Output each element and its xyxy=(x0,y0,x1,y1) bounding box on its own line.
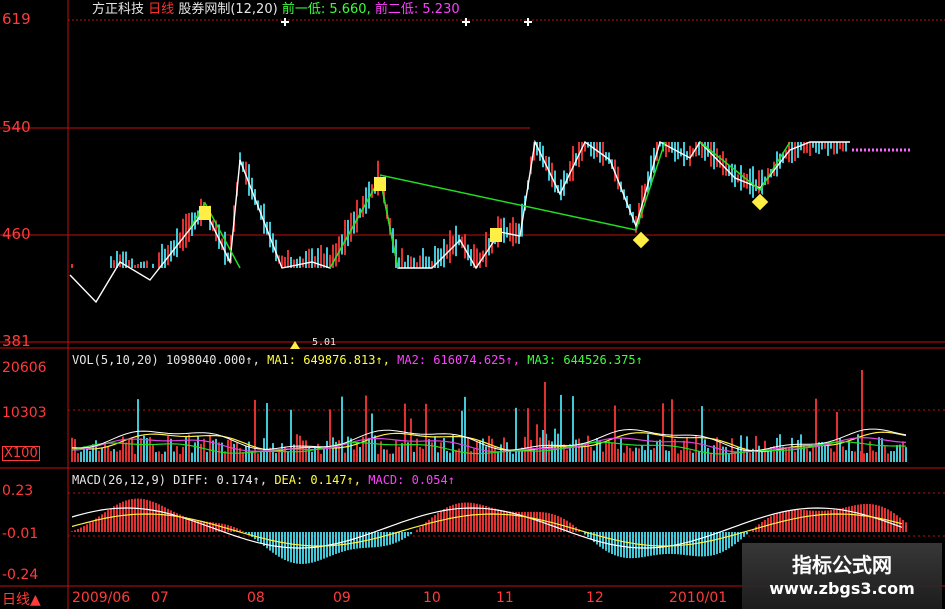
stock-chart[interactable] xyxy=(0,0,945,609)
price-annotation: 5.01 xyxy=(312,337,337,348)
macd-dea: DEA: 0.147↑, xyxy=(274,473,362,487)
trend-line xyxy=(379,174,637,231)
macd-axis-zero: -0.01 xyxy=(2,526,39,542)
prev-low2-label: 前二低: xyxy=(374,2,419,17)
cross-marker-icon xyxy=(462,18,470,26)
date-label: 11 xyxy=(496,590,514,606)
diamond-signal-icon xyxy=(631,230,651,250)
date-label: 10 xyxy=(423,590,441,606)
chart-header: 方正科技 日线 股券网制(12,20) 前一低: 5.660, 前二低: 5.2… xyxy=(92,3,460,17)
prev-low2-value: 5.230 xyxy=(422,2,460,17)
macd-macd: MACD: 0.054↑ xyxy=(368,473,455,487)
volume-indicator-name: VOL(5,10,20) xyxy=(72,353,159,367)
macd-axis-bottom: -0.24 xyxy=(2,567,39,583)
volume-axis-top: 20606 xyxy=(2,360,47,376)
period-switch-button[interactable]: 日线▲ xyxy=(2,589,41,609)
macd-indicator-name: MACD(26,12,9) xyxy=(72,473,166,487)
volume-value: 1098040.000↑, xyxy=(165,353,260,367)
prev-low1-label: 前一低: xyxy=(281,2,326,17)
indicator-name: 股券网制(12,20) xyxy=(178,2,278,17)
volume-ma2: MA2: 616074.625↑, xyxy=(397,353,520,367)
date-label: 07 xyxy=(151,590,169,606)
watermark-title: 指标公式网 xyxy=(792,553,892,577)
price-axis-label-460: 460 xyxy=(2,225,31,243)
volume-unit-label: X100 xyxy=(2,446,40,461)
price-axis-label-540: 540 xyxy=(2,118,31,136)
volume-axis-mid: 10303 xyxy=(2,405,47,421)
price-axis-label-619: 619 xyxy=(2,10,31,28)
buy-signal-icon xyxy=(199,206,211,220)
prev-low1-value: 5.660, xyxy=(329,2,371,17)
date-label: 09 xyxy=(333,590,351,606)
volume-ma1: MA1: 649876.813↑, xyxy=(267,353,390,367)
stock-name: 方正科技 xyxy=(92,2,145,17)
cross-marker-icon xyxy=(524,18,532,26)
date-label: 08 xyxy=(247,590,265,606)
date-label: 2009/06 xyxy=(72,590,131,606)
cross-marker-icon xyxy=(281,18,289,26)
macd-header: MACD(26,12,9) DIFF: 0.174↑, DEA: 0.147↑,… xyxy=(72,473,455,487)
macd-axis-top: 0.23 xyxy=(2,483,34,499)
trend-line xyxy=(635,141,666,231)
date-label: 12 xyxy=(586,590,604,606)
watermark-url: www.zbgs3.com xyxy=(769,579,915,598)
volume-header: VOL(5,10,20) 1098040.000↑, MA1: 649876.8… xyxy=(72,353,643,367)
period-label: 日线 xyxy=(148,2,175,17)
buy-signal-icon xyxy=(374,177,386,191)
buy-signal-icon xyxy=(490,228,502,242)
trend-line xyxy=(329,175,399,269)
price-axis-label-381: 381 xyxy=(2,332,31,350)
date-label: 2010/01 xyxy=(669,590,728,606)
macd-diff: DIFF: 0.174↑, xyxy=(173,473,268,487)
watermark: 指标公式网 www.zbgs3.com xyxy=(742,543,942,609)
volume-ma3: MA3: 644526.375↑ xyxy=(527,353,643,367)
